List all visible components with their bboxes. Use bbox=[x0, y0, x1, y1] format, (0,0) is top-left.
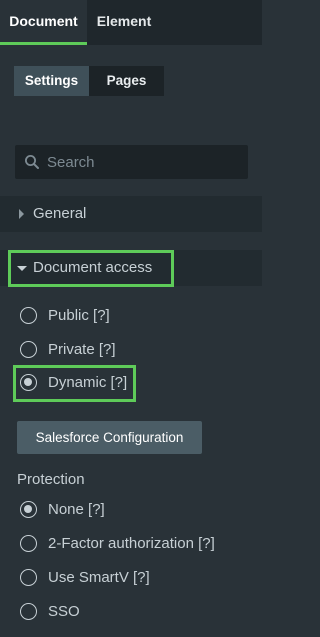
subtab-settings-label: Settings bbox=[24, 73, 79, 88]
tab-element[interactable]: Element bbox=[87, 0, 161, 45]
search-icon bbox=[25, 155, 39, 169]
radio-button[interactable] bbox=[20, 603, 37, 620]
section-general-label: General bbox=[33, 205, 87, 222]
radio-public-label: Public [?] bbox=[48, 307, 110, 324]
radio-button[interactable] bbox=[20, 307, 37, 324]
radio-protection-none-label: None [?] bbox=[48, 501, 105, 518]
active-tab-underline bbox=[0, 42, 87, 45]
document-access-highlight bbox=[8, 250, 174, 287]
caret-right-icon bbox=[19, 209, 24, 219]
radio-protection-2fa-label: 2-Factor authorization [?] bbox=[48, 535, 215, 552]
salesforce-configuration-label: Salesforce Configuration bbox=[35, 430, 184, 445]
radio-button-selected[interactable] bbox=[20, 501, 37, 518]
radio-private-label: Private [?] bbox=[48, 341, 116, 358]
subtab-settings[interactable]: Settings bbox=[14, 66, 89, 96]
radio-button[interactable] bbox=[20, 569, 37, 586]
search-input[interactable] bbox=[47, 145, 242, 179]
dynamic-highlight bbox=[13, 365, 136, 402]
tab-element-label: Element bbox=[96, 13, 152, 29]
radio-button[interactable] bbox=[20, 341, 37, 358]
top-tab-bar: Document Element bbox=[0, 0, 262, 45]
subtab-pages-label: Pages bbox=[106, 73, 147, 88]
tab-document[interactable]: Document bbox=[0, 0, 87, 45]
radio-selected-dot bbox=[24, 505, 32, 513]
search-box bbox=[15, 145, 248, 179]
protection-heading: Protection bbox=[17, 471, 85, 488]
radio-button[interactable] bbox=[20, 535, 37, 552]
salesforce-configuration-button[interactable]: Salesforce Configuration bbox=[17, 421, 202, 454]
subtab-pages[interactable]: Pages bbox=[89, 66, 164, 96]
radio-protection-smartv-label: Use SmartV [?] bbox=[48, 569, 150, 586]
tab-document-label: Document bbox=[9, 13, 78, 29]
radio-protection-sso-label: SSO bbox=[48, 603, 80, 620]
section-general-header[interactable]: General bbox=[0, 196, 262, 232]
